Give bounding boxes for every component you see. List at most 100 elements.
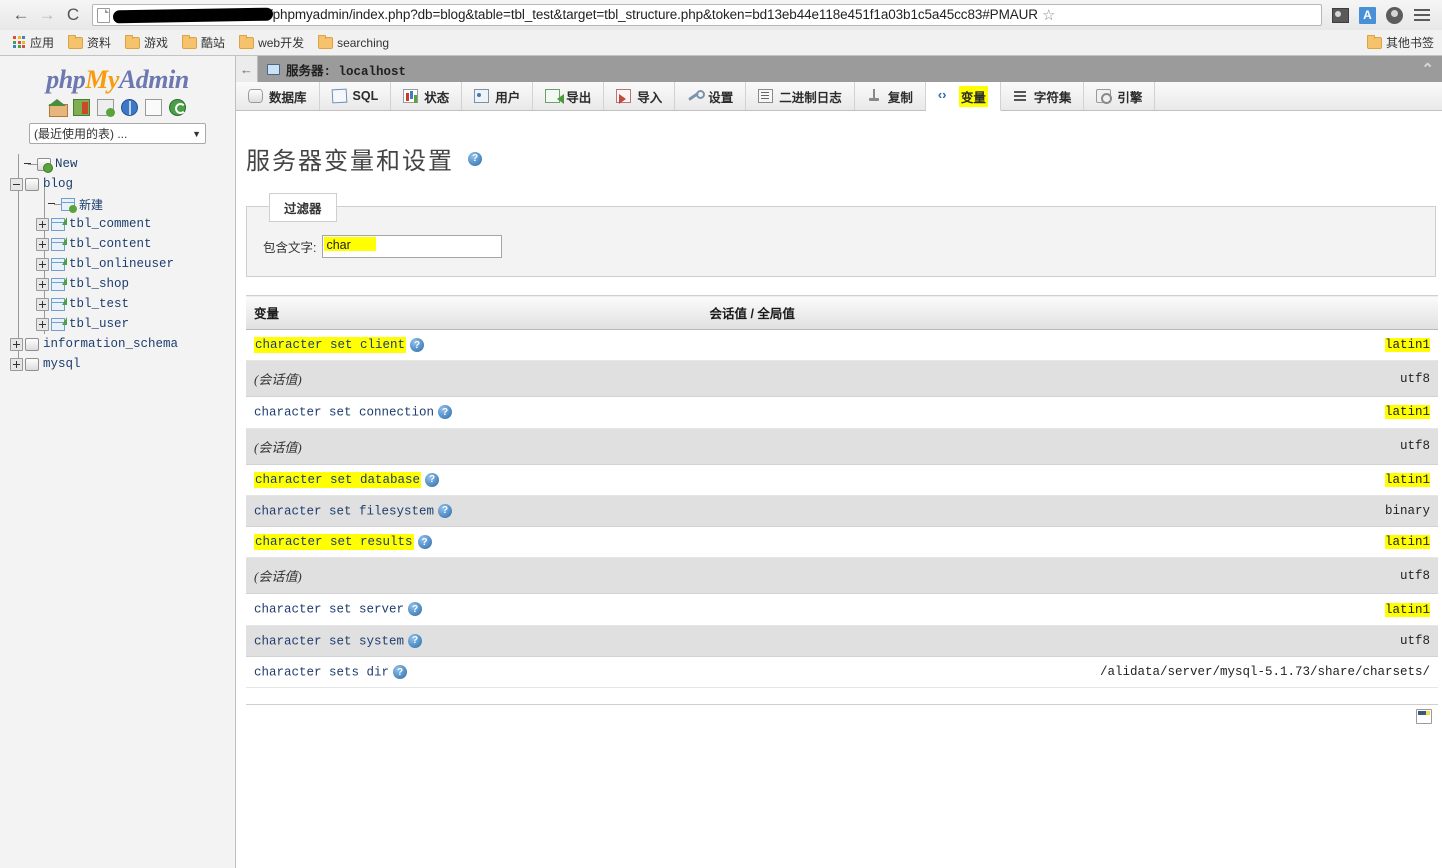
tree-item-tbl-onlineuser[interactable]: tbl_onlineuser (10, 254, 235, 274)
variable-name[interactable]: character set client (254, 337, 407, 354)
breadcrumb-back-button[interactable]: ← (236, 56, 258, 82)
variable-name[interactable]: character set results (254, 534, 414, 551)
tree-item-information-schema[interactable]: information_schema (10, 334, 235, 354)
bookmark-kuzhan[interactable]: 酷站 (175, 32, 232, 53)
expand-expander-icon[interactable] (10, 337, 23, 351)
variable-name[interactable]: character set server (254, 603, 404, 617)
tab-export[interactable]: 导出 (533, 82, 605, 110)
expand-expander-icon[interactable] (36, 297, 49, 311)
profile-avatar-icon[interactable] (1382, 3, 1407, 27)
variable-name[interactable]: character set system (254, 634, 404, 648)
variable-name[interactable]: character set database (254, 471, 422, 488)
tab-replication[interactable]: 复制 (855, 82, 926, 110)
variable-name-cell[interactable]: character set system? (246, 625, 702, 658)
forward-button[interactable]: → (34, 2, 60, 28)
tree-item-tbl-test[interactable]: tbl_test (10, 294, 235, 314)
logout-icon[interactable] (73, 99, 90, 116)
globe-icon[interactable] (121, 99, 138, 116)
tree-label[interactable]: mysql (43, 357, 81, 371)
tree-label[interactable]: New (55, 157, 78, 171)
column-header-value[interactable]: 会话值 / 全局值 (701, 295, 1438, 330)
help-icon[interactable]: ? (408, 602, 423, 617)
collapse-expander-icon[interactable] (10, 177, 23, 191)
expand-expander-icon[interactable] (36, 277, 49, 291)
tree-label[interactable]: tbl_comment (69, 217, 152, 231)
tree-label[interactable]: information_schema (43, 337, 178, 351)
reload-icon[interactable] (169, 99, 186, 116)
translate-extension-icon[interactable]: A (1355, 3, 1380, 27)
tree-label[interactable]: tbl_shop (69, 277, 129, 291)
help-icon[interactable]: ? (468, 151, 482, 166)
expand-expander-icon[interactable] (36, 237, 49, 251)
tree-label[interactable]: blog (43, 177, 73, 191)
bookmark-star-icon[interactable]: ☆ (1042, 6, 1055, 24)
recent-tables-select[interactable]: (最近使用的表) ... ▼ (29, 123, 206, 144)
variable-name-cell[interactable]: character set database? (246, 464, 702, 496)
bookmark-apps[interactable]: 应用 (6, 32, 61, 53)
browser-menu-icon[interactable] (1409, 3, 1434, 27)
variable-name-cell[interactable]: character set client? (246, 329, 702, 362)
variable-name-cell[interactable]: character set connection? (246, 396, 702, 429)
help-icon[interactable]: ? (393, 665, 408, 680)
tree-label[interactable]: tbl_test (69, 297, 129, 311)
tab-settings[interactable]: 设置 (675, 82, 747, 110)
tree-item-tbl-shop[interactable]: tbl_shop (10, 274, 235, 294)
tab-binary-log[interactable]: 二进制日志 (746, 82, 855, 110)
bookmark-searching[interactable]: searching (311, 34, 396, 52)
tab-users[interactable]: 用户 (462, 82, 534, 110)
bookmark-youxi[interactable]: 游戏 (118, 32, 175, 53)
help-icon[interactable]: ? (417, 535, 432, 550)
tree-item-tbl-user[interactable]: tbl_user (10, 314, 235, 334)
tree-item-new-table[interactable]: 新建 (10, 194, 235, 214)
tree-label[interactable]: tbl_content (69, 237, 152, 251)
tree-item-new[interactable]: New (10, 154, 235, 174)
help-icon[interactable]: ? (438, 503, 453, 518)
address-bar[interactable]: /phpmyadmin/index.php?db=blog&table=tbl_… (92, 4, 1322, 26)
docs-icon[interactable] (97, 99, 115, 117)
expand-expander-icon[interactable] (36, 257, 49, 271)
tree-label[interactable]: tbl_user (69, 317, 129, 331)
tree-item-tbl-comment[interactable]: tbl_comment (10, 214, 235, 234)
help-icon[interactable]: ? (438, 405, 453, 420)
column-header-variable[interactable]: 变量 (246, 295, 702, 330)
bookmark-ziliao[interactable]: 资料 (61, 32, 118, 53)
other-bookmarks-button[interactable]: 其他书签 (1366, 34, 1434, 51)
variable-name-cell[interactable]: character set results? (246, 526, 702, 559)
page-icon[interactable] (145, 99, 162, 116)
expand-expander-icon[interactable] (10, 357, 23, 371)
back-button[interactable]: ← (8, 2, 34, 28)
tree-label[interactable]: tbl_onlineuser (69, 257, 174, 271)
expand-expander-icon[interactable] (36, 317, 49, 331)
tree-label[interactable]: 新建 (79, 196, 103, 213)
tab-import[interactable]: 导入 (604, 82, 676, 110)
help-icon[interactable]: ? (410, 338, 425, 352)
tab-charsets[interactable]: 字符集 (1001, 82, 1085, 110)
query-window-icon[interactable] (1416, 709, 1432, 725)
tree-item-mysql[interactable]: mysql (10, 354, 235, 374)
expand-expander-icon[interactable] (36, 217, 49, 231)
tree-item-blog[interactable]: blog (10, 174, 235, 194)
expander-none (22, 158, 35, 171)
variable-name-cell[interactable]: character sets dir? (246, 656, 702, 689)
tab-status[interactable]: 状态 (391, 82, 463, 110)
collapse-panel-icon[interactable]: ⌃ (1421, 60, 1434, 78)
home-icon[interactable] (48, 99, 68, 117)
photo-extension-icon[interactable] (1328, 3, 1353, 27)
tab-databases[interactable]: 数据库 (236, 82, 320, 110)
variable-name[interactable]: character set filesystem (254, 504, 434, 518)
help-icon[interactable]: ? (425, 472, 440, 487)
tab-variables[interactable]: 变量 (925, 82, 1001, 111)
bookmark-label: 应用 (30, 36, 55, 50)
filter-text-input[interactable] (322, 235, 503, 258)
reload-button[interactable]: C (60, 2, 86, 28)
bookmark-webdev[interactable]: web开发 (232, 32, 311, 53)
phpmyadmin-logo[interactable]: phpMyAdmin (0, 56, 235, 95)
variable-name[interactable]: character sets dir (254, 665, 389, 679)
tree-item-tbl-content[interactable]: tbl_content (10, 234, 235, 254)
variable-name-cell[interactable]: character set server? (246, 593, 702, 626)
tab-engines[interactable]: 引擎 (1084, 82, 1156, 110)
help-icon[interactable]: ? (408, 633, 423, 648)
tab-sql[interactable]: SQL (320, 82, 392, 110)
variable-name-cell[interactable]: character set filesystem? (246, 495, 702, 528)
variable-name[interactable]: character set connection (254, 406, 434, 420)
